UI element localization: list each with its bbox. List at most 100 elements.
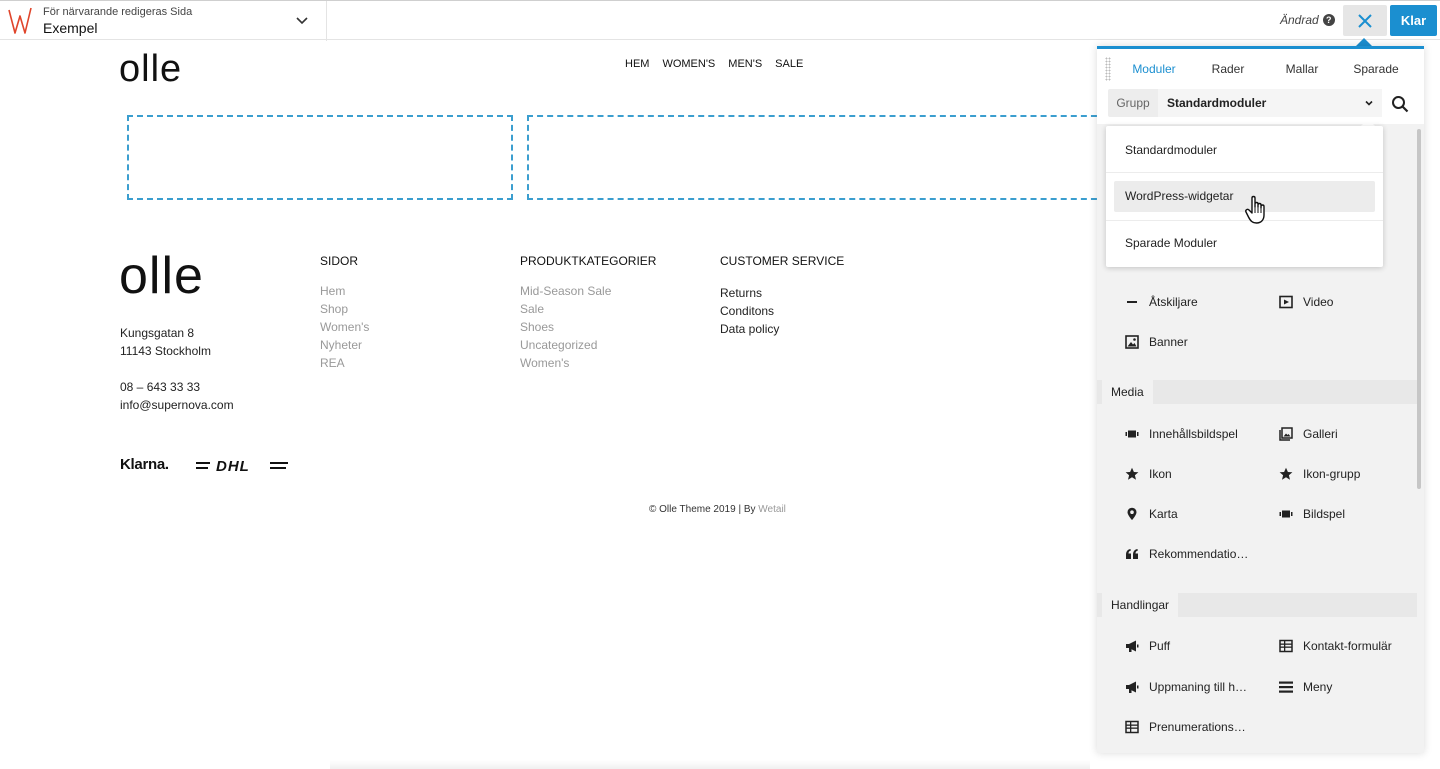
phone-number[interactable]: 08 – 643 33 33: [120, 380, 200, 394]
footer-column-title: SIDOR: [320, 254, 359, 268]
module-content-slider[interactable]: Innehållsbildspel: [1125, 427, 1238, 441]
email-address[interactable]: info@supernova.com: [120, 398, 234, 412]
module-label: Rekommendatio…: [1149, 547, 1249, 561]
footer-link[interactable]: Data policy: [720, 320, 779, 338]
footer-link[interactable]: Women's: [320, 318, 369, 336]
nav-item-sale[interactable]: SALE: [775, 58, 803, 70]
panel-scrollbar[interactable]: [1417, 129, 1421, 489]
footer-link-list: Mid-Season Sale Sale Shoes Uncategorized…: [520, 282, 611, 372]
status-indicator: Ändrad ?: [1280, 13, 1335, 27]
megaphone-icon: [1126, 681, 1139, 693]
footer-link[interactable]: Uncategorized: [520, 336, 611, 354]
module-label: Åtskiljare: [1149, 295, 1198, 309]
drag-handle-icon[interactable]: [1105, 57, 1111, 81]
footer-link[interactable]: Women's: [520, 354, 611, 372]
footer-link[interactable]: Nyheter: [320, 336, 369, 354]
module-label: Ikon: [1149, 467, 1172, 481]
section-title: Handlingar: [1102, 593, 1179, 617]
empty-column-drop-zone[interactable]: [527, 115, 1107, 200]
footer-link-list: Hem Shop Women's Nyheter REA: [320, 282, 369, 372]
dropdown-option-wordpress[interactable]: WordPress-widgetar: [1125, 189, 1233, 203]
quote-icon: [1126, 549, 1138, 559]
hand-pointer-cursor-icon: [1245, 195, 1265, 224]
nav-item-hem[interactable]: HEM: [625, 58, 649, 70]
module-map[interactable]: Karta: [1125, 507, 1178, 521]
footer-link[interactable]: Mid-Season Sale: [520, 282, 611, 300]
footer-link[interactable]: REA: [320, 354, 369, 372]
close-icon: [1358, 13, 1372, 28]
tab-rader[interactable]: Rader: [1191, 62, 1265, 76]
footer-link[interactable]: Shoes: [520, 318, 611, 336]
copyright: © Olle Theme 2019 | By Wetail: [649, 504, 786, 515]
footer-link[interactable]: Returns: [720, 284, 779, 302]
section-header-actions: Handlingar: [1097, 593, 1417, 617]
footer-link[interactable]: Conditons: [720, 302, 779, 320]
help-icon[interactable]: ?: [1322, 14, 1335, 26]
module-banner[interactable]: Banner: [1125, 335, 1188, 349]
module-slideshow[interactable]: Bildspel: [1279, 507, 1345, 521]
module-callout[interactable]: Puff: [1125, 639, 1170, 653]
module-contact-form[interactable]: Kontakt-formulär: [1279, 639, 1392, 653]
page-shadow: [330, 760, 1090, 769]
context-label: För närvarande redigeras Sida: [43, 6, 193, 18]
panel-header: Moduler Rader Mallar Sparade Grupp Stand…: [1097, 49, 1424, 124]
dropdown-pointer: [1361, 119, 1375, 126]
module-subscribe-form[interactable]: Prenumerations…: [1125, 720, 1246, 734]
panel-tabs: Moduler Rader Mallar Sparade: [1117, 62, 1413, 76]
module-call-to-action[interactable]: Uppmaning till h…: [1125, 680, 1247, 694]
builder-topbar: För närvarande redigeras Sida Exempel Än…: [0, 0, 1440, 41]
footer-link[interactable]: Sale: [520, 300, 611, 318]
tab-sparade[interactable]: Sparade: [1339, 62, 1413, 76]
close-panel-button[interactable]: [1343, 5, 1387, 36]
dropdown-option-saved[interactable]: Sparade Moduler: [1125, 236, 1217, 250]
module-label: Karta: [1149, 507, 1178, 521]
address-line: Kungsgatan 8: [120, 326, 195, 340]
module-label: Bildspel: [1303, 507, 1346, 521]
dropdown-option-standard[interactable]: Standardmoduler: [1125, 143, 1217, 157]
section-header-media: Media: [1097, 380, 1417, 404]
footer-link[interactable]: Hem: [320, 282, 369, 300]
chevron-down-icon[interactable]: [1364, 98, 1374, 108]
search-icon[interactable]: [1391, 95, 1409, 113]
star-icon: [1279, 467, 1293, 480]
module-label: Puff: [1149, 639, 1171, 653]
footer-link[interactable]: Shop: [320, 300, 369, 318]
module-icon-group[interactable]: Ikon-grupp: [1279, 467, 1360, 481]
page-title: Exempel: [43, 20, 98, 36]
video-icon: [1279, 295, 1293, 309]
copyright-link[interactable]: Wetail: [758, 504, 786, 515]
module-testimonials[interactable]: Rekommendatio…: [1125, 547, 1248, 561]
dropdown-divider: [1106, 172, 1383, 173]
module-label: Video: [1303, 295, 1334, 309]
divider: [326, 1, 327, 41]
separator-icon: [1127, 301, 1137, 303]
gallery-icon: [1279, 427, 1293, 441]
group-select[interactable]: Standardmoduler: [1158, 89, 1382, 117]
module-separator[interactable]: Åtskiljare: [1125, 295, 1198, 309]
site-logo[interactable]: olle: [119, 50, 182, 88]
star-icon: [1125, 467, 1139, 480]
dhl-logo: DHL: [196, 458, 288, 475]
tab-moduler[interactable]: Moduler: [1117, 62, 1191, 76]
module-label: Prenumerations…: [1149, 720, 1246, 734]
empty-column-drop-zone[interactable]: [127, 115, 513, 200]
group-label: Grupp: [1108, 89, 1158, 117]
nav-item-mens[interactable]: MEN'S: [728, 58, 762, 70]
module-label: Meny: [1303, 680, 1333, 694]
module-gallery[interactable]: Galleri: [1279, 427, 1338, 441]
module-icon[interactable]: Ikon: [1125, 467, 1172, 481]
done-button[interactable]: Klar: [1390, 5, 1437, 36]
dhl-wordmark: DHL: [216, 458, 250, 475]
page-context[interactable]: För närvarande redigeras Sida Exempel: [43, 6, 192, 36]
module-video[interactable]: Video: [1279, 295, 1333, 309]
chevron-down-icon[interactable]: [295, 13, 309, 27]
nav-item-womens[interactable]: WOMEN'S: [662, 58, 715, 70]
form-icon: [1125, 720, 1139, 734]
footer-link-list: Returns Conditons Data policy: [720, 284, 779, 338]
klarna-logo: Klarna.: [120, 456, 169, 473]
status-text: Ändrad: [1280, 13, 1319, 27]
tab-mallar[interactable]: Mallar: [1265, 62, 1339, 76]
footer-column-title: CUSTOMER SERVICE: [720, 254, 845, 268]
footer-logo[interactable]: olle: [119, 250, 204, 302]
module-menu[interactable]: Meny: [1279, 680, 1332, 694]
